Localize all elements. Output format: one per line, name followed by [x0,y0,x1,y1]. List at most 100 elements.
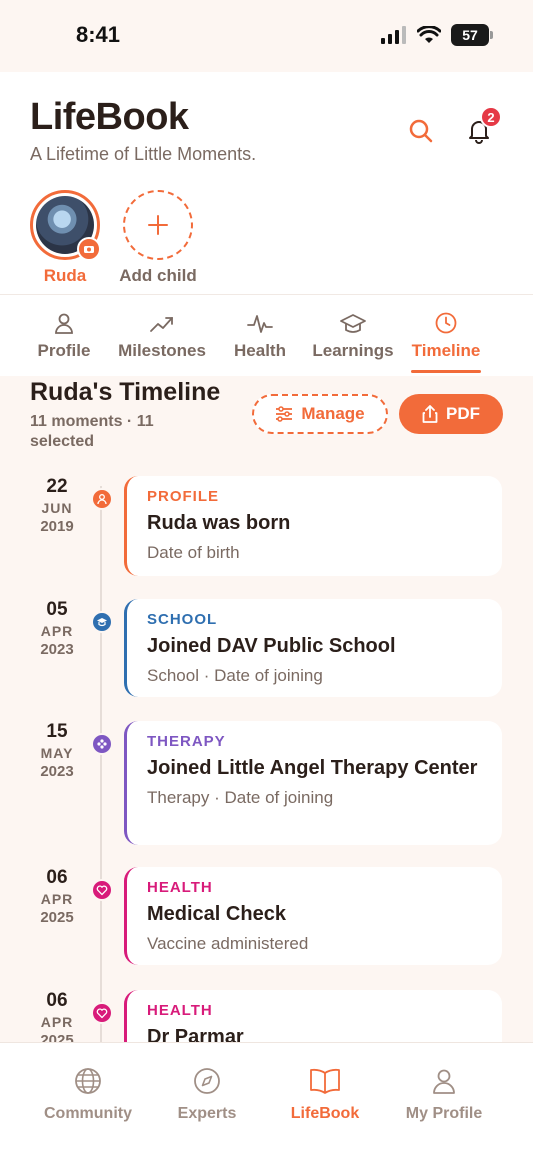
event-category: PROFILE [147,488,220,505]
event-description: Date of birth [147,543,240,562]
event-date: 15 MAY 2023 [26,721,88,780]
event-title: Ruda was born [147,512,291,534]
tab-label: Learnings [312,341,394,360]
event-category: SCHOOL [147,611,218,628]
tab-label: Profile [37,341,91,360]
add-child-button[interactable]: Add child [108,190,208,286]
heart-icon [91,1002,113,1024]
nav-experts[interactable]: Experts [147,1065,267,1123]
event-month: APR [40,1014,74,1030]
event-day: 05 [46,599,68,620]
nav-label: Experts [177,1105,237,1122]
bottom-nav: Community Experts LifeBook My Profile [0,1042,533,1156]
event-month: APR [40,623,74,639]
add-child-circle [123,190,193,260]
event-date: 06 APR 2025 [26,867,88,926]
tab-profile[interactable]: Profile [24,295,104,377]
timeline-title: Ruda's Timeline [30,378,221,406]
person-icon [433,1069,455,1094]
signal-icon [381,26,406,44]
event-title: Joined DAV Public School [147,635,396,657]
event-month: MAY [40,745,74,761]
event-category: THERAPY [147,733,226,750]
event-year: 2025 [40,909,74,926]
share-icon [422,405,438,423]
event-card[interactable]: HEALTH Medical Check Vaccine administere… [124,867,502,965]
event-month: APR [40,891,74,907]
event-day: 15 [46,721,68,742]
event-category: HEALTH [147,1002,213,1019]
timeline-summary: 11 moments · 11 selected [30,413,154,450]
tab-label: Milestones [118,341,206,360]
section-tabs: Profile Milestones Health Learnings Time… [0,294,533,376]
camera-icon[interactable] [77,237,101,261]
event-year: 2023 [40,641,74,658]
event-title: Medical Check [147,903,286,925]
app-title: LifeBook [30,96,189,138]
graduation-cap-icon [340,314,366,333]
tab-health[interactable]: Health [224,295,296,377]
flower-icon [91,733,113,755]
event-card[interactable]: SCHOOL Joined DAV Public School School ·… [124,599,502,697]
wifi-icon [417,26,441,43]
event-year: 2023 [40,763,74,780]
nav-community[interactable]: Community [28,1065,148,1123]
notification-badge: 2 [480,106,502,128]
event-year: 2019 [40,518,74,535]
event-day: 22 [46,476,68,497]
app-header: LifeBook A Lifetime of Little Moments. 2… [0,72,533,294]
active-tab-indicator [411,370,481,373]
tab-milestones[interactable]: Milestones [110,295,214,377]
event-date: 22 JUN 2019 [26,476,88,535]
clock-icon [435,312,457,334]
book-icon [310,1068,340,1094]
battery-indicator: 57 [451,24,493,46]
plus-icon [148,215,168,235]
status-bar: 8:41 57 [0,0,533,72]
pulse-icon [247,315,273,333]
event-title: Dr Parmar [147,1026,244,1042]
sliders-icon [276,406,293,422]
status-time: 8:41 [76,22,121,47]
event-day: 06 [46,990,68,1011]
child-ruda[interactable]: Ruda [15,190,115,286]
tab-timeline[interactable]: Timeline [404,295,488,377]
trend-icon [150,317,173,332]
nav-label: My Profile [405,1105,483,1122]
nav-lifebook[interactable]: LifeBook [265,1065,385,1123]
tab-learnings[interactable]: Learnings [306,295,400,377]
search-icon [409,119,433,143]
event-date: 06 APR 2025 [26,990,88,1042]
avatar [30,190,101,261]
person-icon [55,313,73,334]
manage-button[interactable]: Manage [252,394,388,434]
heart-icon [91,879,113,901]
event-title: Joined Little Angel Therapy Center [147,757,478,779]
globe-icon [75,1068,101,1094]
event-category: HEALTH [147,879,213,896]
nav-my-profile[interactable]: My Profile [384,1065,504,1123]
pdf-button[interactable]: PDF [399,394,503,434]
timeline-list: 22 JUN 2019 PROFILE Ruda was born Date o… [0,456,533,1042]
timeline-rail [100,486,102,1042]
compass-icon [194,1068,220,1094]
child-name: Ruda [43,266,87,285]
event-description: Therapy · Date of joining [147,788,334,807]
event-year: 2025 [40,1032,74,1042]
search-button[interactable] [404,114,438,148]
event-card[interactable]: PROFILE Ruda was born Date of birth [124,476,502,576]
add-child-label: Add child [119,266,197,285]
event-date: 05 APR 2023 [26,599,88,658]
graduation-cap-icon [91,611,113,633]
event-month: JUN [41,500,73,516]
event-description: Vaccine administered [147,934,309,953]
notifications-button[interactable]: 2 [462,106,502,148]
tab-label: Timeline [411,341,481,360]
event-description: School · Date of joining [147,666,323,685]
event-card[interactable]: THERAPY Joined Little Angel Therapy Cent… [124,721,502,845]
status-icons: 57 [381,24,493,46]
person-icon [91,488,113,510]
event-card[interactable]: HEALTH Dr Parmar [124,990,502,1042]
manage-label: Manage [301,404,365,423]
timeline-header: Ruda's Timeline 11 moments · 11 selected… [0,376,533,456]
